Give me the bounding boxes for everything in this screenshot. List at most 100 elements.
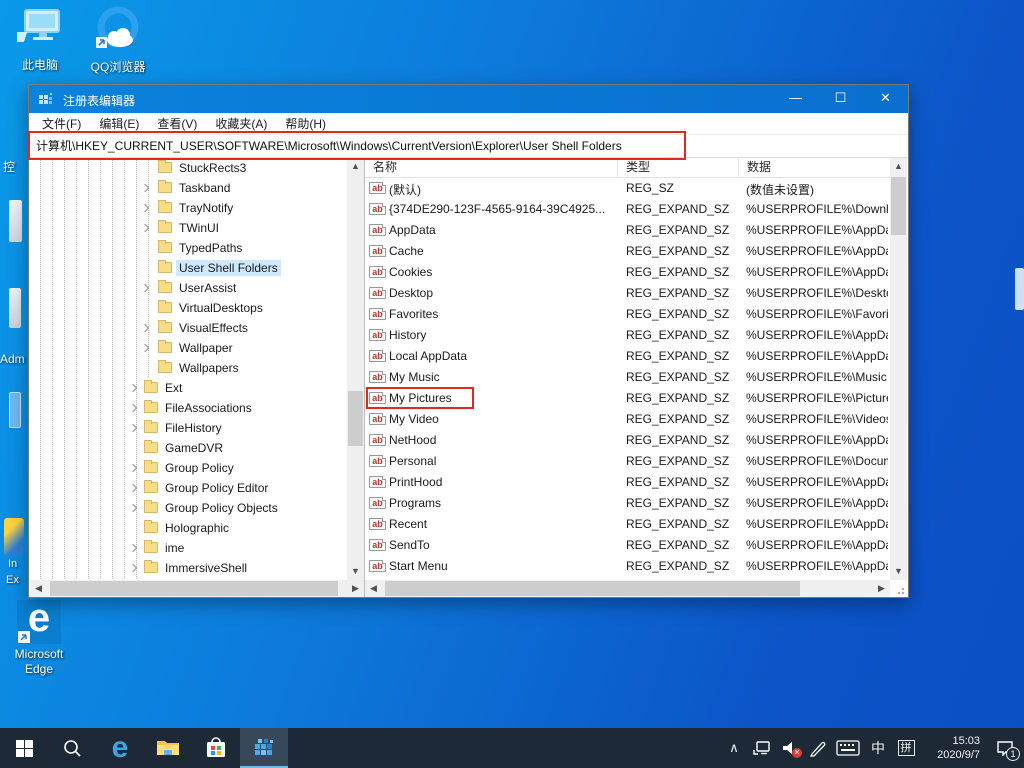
chevron-right-icon[interactable] <box>141 184 149 192</box>
partial-desktop-icon[interactable] <box>9 200 22 242</box>
tray-network-icon[interactable] <box>748 728 776 768</box>
scroll-thumb[interactable] <box>50 581 338 596</box>
chevron-right-icon[interactable] <box>141 224 149 232</box>
resize-grip[interactable] <box>894 584 904 594</box>
partial-desktop-icon[interactable] <box>9 392 21 428</box>
menu-查看-v[interactable]: 查看(V) <box>148 113 206 134</box>
value-row-start-menu[interactable]: abStart MenuREG_EXPAND_SZ%USERPROFILE%\A… <box>365 556 890 577</box>
tree-item-fileassociations[interactable]: FileAssociations <box>30 398 347 418</box>
tree-item-user-shell-folders[interactable]: User Shell Folders <box>30 258 347 278</box>
value-row-my-pictures[interactable]: abMy PicturesREG_EXPAND_SZ%USERPROFILE%\… <box>365 388 890 409</box>
value-row-nethood[interactable]: abNetHoodREG_EXPAND_SZ%USERPROFILE%\AppD… <box>365 430 890 451</box>
start-button[interactable] <box>0 728 48 768</box>
chevron-right-icon[interactable] <box>141 284 149 292</box>
column-header-name[interactable]: 名称 <box>365 158 618 178</box>
close-button[interactable]: ✕ <box>863 85 908 113</box>
tree-item-wallpapers[interactable]: Wallpapers <box>30 358 347 378</box>
maximize-button[interactable]: ☐ <box>818 85 863 113</box>
taskbar-search-button[interactable] <box>48 728 96 768</box>
taskbar-regedit-button[interactable] <box>240 728 288 768</box>
tray-touch-keyboard-icon[interactable] <box>832 728 864 768</box>
column-header-data[interactable]: 数据 <box>739 158 890 178</box>
tree-item-virtualdesktops[interactable]: VirtualDesktops <box>30 298 347 318</box>
scroll-right-arrow[interactable]: ▶ <box>347 580 364 597</box>
value-row-cookies[interactable]: abCookiesREG_EXPAND_SZ%USERPROFILE%\AppD… <box>365 262 890 283</box>
value-row-my-music[interactable]: abMy MusicREG_EXPAND_SZ%USERPROFILE%\Mus… <box>365 367 890 388</box>
partial-icon-label[interactable]: 控 <box>3 158 15 175</box>
tree-item-filehistory[interactable]: FileHistory <box>30 418 347 438</box>
value-row-local-appdata[interactable]: abLocal AppDataREG_EXPAND_SZ%USERPROFILE… <box>365 346 890 367</box>
chevron-right-icon[interactable] <box>129 404 137 412</box>
action-center-button[interactable]: 1 <box>986 728 1024 768</box>
chevron-right-icon[interactable] <box>141 204 149 212</box>
desktop-icon-this-pc[interactable]: 此电脑 <box>8 8 72 73</box>
value-row-desktop[interactable]: abDesktopREG_EXPAND_SZ%USERPROFILE%\Desk… <box>365 283 890 304</box>
chevron-right-icon[interactable] <box>141 324 149 332</box>
tree-item-userassist[interactable]: UserAssist <box>30 278 347 298</box>
value-row-my-video[interactable]: abMy VideoREG_EXPAND_SZ%USERPROFILE%\Vid… <box>365 409 890 430</box>
tray-ime-mode[interactable]: 中 <box>864 728 892 768</box>
title-bar[interactable]: 注册表编辑器 — ☐ ✕ <box>29 85 908 113</box>
scroll-right-arrow[interactable]: ▶ <box>873 580 890 597</box>
value-row-personal[interactable]: abPersonalREG_EXPAND_SZ%USERPROFILE%\Doc… <box>365 451 890 472</box>
partial-desktop-icon[interactable] <box>9 288 21 328</box>
tree-item-visualeffects[interactable]: VisualEffects <box>30 318 347 338</box>
chevron-right-icon[interactable] <box>129 424 137 432</box>
tree-item-stuckrects3[interactable]: StuckRects3 <box>30 158 347 178</box>
tree-item-group-policy[interactable]: Group Policy <box>30 458 347 478</box>
chevron-right-icon[interactable] <box>129 504 137 512</box>
tree-item-gamedvr[interactable]: GameDVR <box>30 438 347 458</box>
list-vertical-scrollbar[interactable]: ▲ ▼ <box>890 158 907 580</box>
tree-item-taskband[interactable]: Taskband <box>30 178 347 198</box>
column-header-type[interactable]: 类型 <box>618 158 739 178</box>
value-row-374de290-123f-4565-9164-39c4925[interactable]: ab{374DE290-123F-4565-9164-39C4925...REG… <box>365 199 890 220</box>
tree-item-group-policy-objects[interactable]: Group Policy Objects <box>30 498 347 518</box>
tree-item-group-policy-editor[interactable]: Group Policy Editor <box>30 478 347 498</box>
taskbar-file-explorer-button[interactable] <box>144 728 192 768</box>
scroll-up-arrow[interactable]: ▲ <box>890 158 907 175</box>
taskbar-edge-button[interactable]: e <box>96 728 144 768</box>
tree-item-wallpaper[interactable]: Wallpaper <box>30 338 347 358</box>
value-row-recent[interactable]: abRecentREG_EXPAND_SZ%USERPROFILE%\AppDa <box>365 514 890 535</box>
value-row-printhood[interactable]: abPrintHoodREG_EXPAND_SZ%USERPROFILE%\Ap… <box>365 472 890 493</box>
scroll-down-arrow[interactable]: ▼ <box>347 563 364 580</box>
tree-item-typedpaths[interactable]: TypedPaths <box>30 238 347 258</box>
menu-文件-f[interactable]: 文件(F) <box>33 113 90 134</box>
chevron-right-icon[interactable] <box>129 384 137 392</box>
minimize-button[interactable]: — <box>773 85 818 113</box>
scroll-left-arrow[interactable]: ◀ <box>365 580 382 597</box>
value-row-默认[interactable]: ab(默认)REG_SZ(数值未设置) <box>365 178 890 199</box>
partial-icon-label[interactable]: Adm <box>0 352 25 366</box>
scroll-left-arrow[interactable]: ◀ <box>30 580 47 597</box>
value-row-sendto[interactable]: abSendToREG_EXPAND_SZ%USERPROFILE%\AppDa <box>365 535 890 556</box>
address-bar[interactable]: 计算机\HKEY_CURRENT_USER\SOFTWARE\Microsoft… <box>29 135 908 158</box>
tree-item-ime[interactable]: ime <box>30 538 347 558</box>
chevron-right-icon[interactable] <box>129 464 137 472</box>
tray-pen-icon[interactable] <box>804 728 832 768</box>
tray-ime-pinyin[interactable]: 拼 <box>892 728 920 768</box>
tree-item-traynotify[interactable]: TrayNotify <box>30 198 347 218</box>
scroll-thumb[interactable] <box>891 177 906 235</box>
chevron-right-icon[interactable] <box>141 344 149 352</box>
partial-ie-icon[interactable] <box>4 518 24 556</box>
menu-编辑-e[interactable]: 编辑(E) <box>90 113 148 134</box>
taskbar-store-button[interactable] <box>192 728 240 768</box>
value-row-appdata[interactable]: abAppDataREG_EXPAND_SZ%USERPROFILE%\AppD… <box>365 220 890 241</box>
scroll-thumb[interactable] <box>385 581 800 596</box>
taskbar-clock[interactable]: 15:03 2020/9/7 <box>920 734 986 762</box>
scroll-down-arrow[interactable]: ▼ <box>890 563 907 580</box>
value-row-history[interactable]: abHistoryREG_EXPAND_SZ%USERPROFILE%\AppD… <box>365 325 890 346</box>
scroll-thumb[interactable] <box>348 391 363 446</box>
menu-收藏夹-a[interactable]: 收藏夹(A) <box>206 113 276 134</box>
tree-item-ext[interactable]: Ext <box>30 378 347 398</box>
desktop-icon-edge[interactable]: e Microsoft Edge <box>10 600 68 676</box>
partial-desktop-icon[interactable] <box>1015 268 1024 310</box>
menu-帮助-h[interactable]: 帮助(H) <box>276 113 335 134</box>
tree-horizontal-scrollbar[interactable]: ◀ ▶ <box>30 580 364 597</box>
value-row-favorites[interactable]: abFavoritesREG_EXPAND_SZ%USERPROFILE%\Fa… <box>365 304 890 325</box>
value-row-cache[interactable]: abCacheREG_EXPAND_SZ%USERPROFILE%\AppDa <box>365 241 890 262</box>
scroll-up-arrow[interactable]: ▲ <box>347 158 364 175</box>
chevron-right-icon[interactable] <box>129 484 137 492</box>
tree-item-holographic[interactable]: Holographic <box>30 518 347 538</box>
tree-vertical-scrollbar[interactable]: ▲ ▼ <box>347 158 364 580</box>
